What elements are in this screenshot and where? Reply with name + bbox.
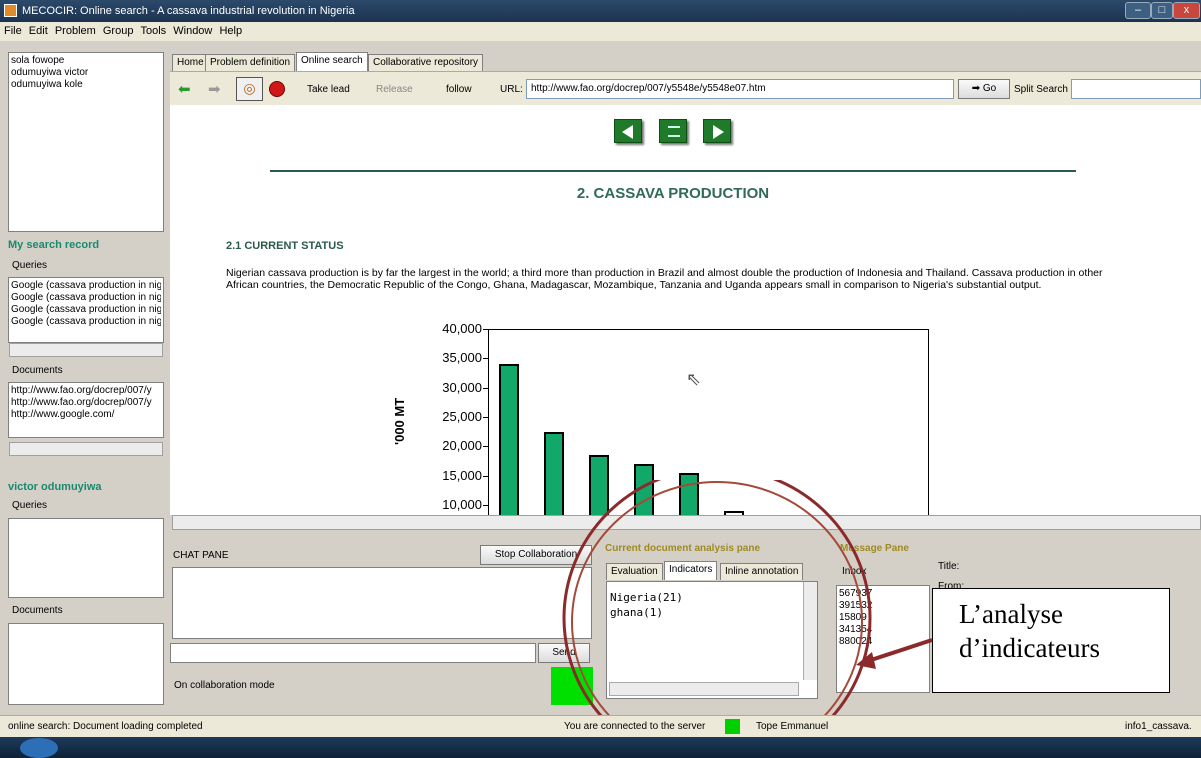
user-item[interactable]: odumuyiwa victor — [11, 67, 161, 79]
y-tick-mark — [483, 329, 489, 330]
y-tick-mark — [483, 358, 489, 360]
user-item[interactable]: sola fowope — [11, 55, 161, 67]
users-list[interactable]: sola fowope odumuyiwa victor odumuyiwa k… — [8, 52, 164, 232]
list-item[interactable]: http://www.fao.org/docrep/007/y — [11, 397, 161, 409]
back-icon[interactable]: ⬅ — [178, 80, 191, 98]
y-tick-label: 10,000 — [442, 496, 482, 512]
split-search-input[interactable] — [1071, 79, 1201, 99]
list-item[interactable]: Google (cassava production in nig — [11, 280, 161, 292]
menu-file[interactable]: File — [4, 25, 22, 37]
other-queries-label: Queries — [12, 500, 48, 511]
maximize-button[interactable]: □ — [1151, 2, 1173, 19]
taskbar — [0, 737, 1201, 758]
tab-online-search[interactable]: Online search — [296, 52, 368, 71]
status-message: online search: Document loading complete… — [8, 721, 203, 732]
documents-scrollbar[interactable] — [9, 442, 163, 456]
list-item[interactable]: Google (cassava production in nig — [11, 316, 161, 328]
menu-edit[interactable]: Edit — [29, 25, 48, 37]
other-record-title: victor odumuyiwa — [8, 481, 102, 493]
annotation-line1: L’analyse — [959, 599, 1063, 629]
split-search-label: Split Search — [1014, 84, 1068, 95]
section-heading: 2.1 CURRENT STATUS — [226, 240, 344, 252]
chat-input[interactable] — [170, 643, 536, 663]
current-file: info1_cassava. — [1125, 721, 1192, 732]
y-tick-label: 40,000 — [442, 321, 482, 336]
refresh-icon[interactable]: ◎ — [236, 77, 263, 101]
chat-history — [172, 567, 592, 639]
list-item[interactable]: http://www.fao.org/docrep/007/y — [11, 385, 161, 397]
y-tick-mark — [483, 387, 489, 389]
y-tick-mark — [483, 504, 489, 506]
status-bar: online search: Document loading complete… — [0, 715, 1201, 737]
current-user: Tope Emmanuel — [756, 721, 829, 732]
y-tick-label: 35,000 — [442, 350, 482, 366]
contents-icon[interactable] — [659, 119, 687, 143]
go-label: Go — [982, 83, 997, 94]
menu-group[interactable]: Group — [103, 25, 134, 37]
go-button[interactable]: ➡ Go — [958, 79, 1010, 99]
prev-page-icon[interactable] — [614, 119, 642, 143]
my-search-record-title: My search record — [8, 239, 100, 251]
tab-home[interactable]: Home — [172, 54, 209, 71]
user-item[interactable]: odumuyiwa kole — [11, 79, 161, 91]
forward-icon[interactable]: ➡ — [208, 80, 221, 98]
other-documents-label: Documents — [12, 605, 63, 616]
queries-label: Queries — [12, 260, 48, 271]
chart-bar — [499, 364, 519, 515]
url-input[interactable]: http://www.fao.org/docrep/007/y5548e/y55… — [526, 79, 954, 99]
menu-problem[interactable]: Problem — [55, 25, 96, 37]
mouse-cursor-icon: ⇖ — [686, 369, 702, 390]
go-arrow-icon: ➡ — [971, 83, 983, 94]
documents-list[interactable]: http://www.fao.org/docrep/007/y http://w… — [8, 382, 164, 438]
close-button[interactable]: x — [1173, 2, 1200, 19]
minimize-button[interactable]: – — [1125, 2, 1151, 19]
release-button[interactable]: Release — [376, 84, 413, 95]
y-tick-mark — [483, 416, 489, 418]
y-tick-label: 30,000 — [442, 379, 482, 395]
browser-content: 2. CASSAVA PRODUCTION 2.1 CURRENT STATUS… — [170, 105, 1201, 515]
list-item[interactable]: http://www.google.com/ — [11, 409, 161, 421]
divider — [270, 170, 1076, 172]
app-icon — [4, 4, 17, 17]
take-lead-button[interactable]: Take lead — [307, 84, 350, 95]
y-tick-label: 25,000 — [442, 408, 482, 424]
window-titlebar: MECOCIR: Online search - A cassava indus… — [0, 0, 1201, 22]
collaboration-mode-label: On collaboration mode — [174, 680, 275, 691]
documents-label: Documents — [12, 365, 63, 376]
page-title: 2. CASSAVA PRODUCTION — [576, 185, 770, 202]
server-status-indicator — [725, 719, 740, 734]
list-item[interactable]: Google (cassava production in nig — [11, 292, 161, 304]
next-page-icon[interactable] — [703, 119, 731, 143]
window-title: MECOCIR: Online search - A cassava indus… — [22, 5, 355, 17]
server-status: You are connected to the server — [564, 721, 706, 732]
queries-list[interactable]: Google (cassava production in nig Google… — [8, 277, 164, 343]
y-tick-mark — [483, 475, 489, 477]
other-documents-list[interactable] — [8, 623, 164, 705]
y-tick-mark — [483, 446, 489, 448]
menu-window[interactable]: Window — [173, 25, 212, 37]
url-label: URL: — [500, 84, 523, 95]
follow-button[interactable]: follow — [446, 84, 472, 95]
list-item[interactable]: Google (cassava production in nig — [11, 304, 161, 316]
paragraph: Nigerian cassava production is by far th… — [226, 267, 1103, 291]
annotation-arrow-line — [867, 638, 933, 663]
other-queries-list[interactable] — [8, 518, 164, 598]
stop-icon[interactable] — [269, 81, 285, 97]
start-button[interactable] — [20, 738, 58, 758]
menu-bar: File Edit Problem Group Tools Window Hel… — [0, 22, 1201, 41]
y-tick-label: 15,000 — [442, 467, 482, 483]
tab-problem-definition[interactable]: Problem definition — [205, 54, 296, 71]
chat-pane-title: CHAT PANE — [173, 550, 229, 561]
menu-help[interactable]: Help — [219, 25, 242, 37]
queries-scrollbar[interactable] — [9, 343, 163, 357]
annotation-line2: d’indicateurs — [959, 633, 1100, 663]
tab-collaborative-repository[interactable]: Collaborative repository — [368, 54, 484, 71]
y-tick-label: 20,000 — [442, 438, 482, 454]
y-axis-label: '000 MT — [392, 397, 407, 445]
menu-tools[interactable]: Tools — [141, 25, 167, 37]
